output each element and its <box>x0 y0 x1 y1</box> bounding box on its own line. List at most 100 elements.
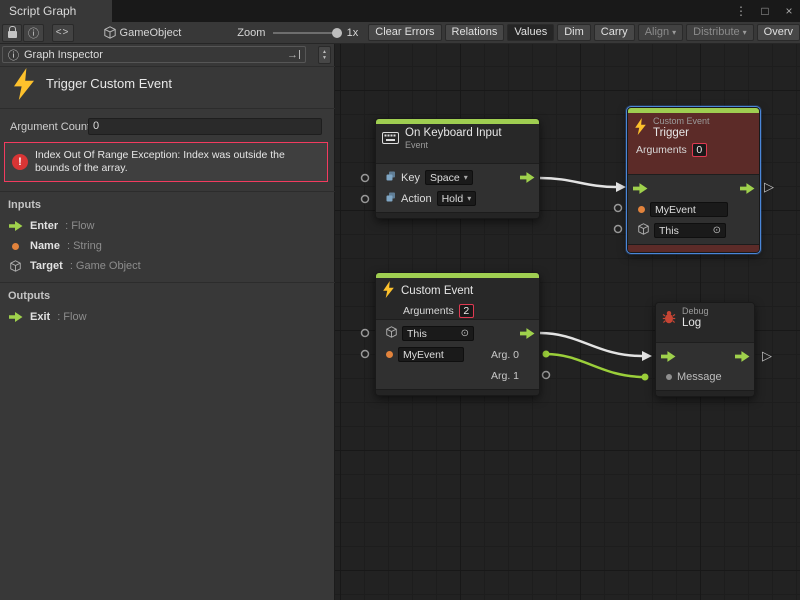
node-footer <box>656 390 754 396</box>
node-footer <box>376 212 539 218</box>
argument-count-label: Argument Count <box>10 121 90 133</box>
lock-icon <box>8 31 17 38</box>
panel-scroll-buttons[interactable]: ▲ ▼ <box>318 46 331 64</box>
zoom-slider[interactable] <box>273 32 341 34</box>
node-header[interactable]: Custom Event Arguments 2 <box>376 278 539 320</box>
outputs-header: Outputs <box>8 290 50 302</box>
align-button[interactable]: Align▾ <box>638 24 683 41</box>
node-header[interactable]: Custom Event Trigger Arguments 0 <box>628 113 759 175</box>
target-picker-icon[interactable]: ⊙ <box>713 225 721 236</box>
clear-errors-button[interactable]: Clear Errors <box>368 24 441 41</box>
port-trigger-target[interactable] <box>615 226 622 233</box>
port-action[interactable] <box>362 196 369 203</box>
divider <box>0 282 335 283</box>
maximize-icon[interactable]: □ <box>758 4 772 18</box>
event-name-field[interactable]: MyEvent <box>398 347 464 362</box>
flow-row <box>628 178 759 199</box>
graph-toolbar: ⓘ <> GameObject Zoom 1x Clear Errors Rel… <box>0 22 800 44</box>
wire-customevent-to-log <box>540 333 642 356</box>
node-title: Custom Event <box>401 285 473 298</box>
event-name-field[interactable]: MyEvent <box>650 202 728 217</box>
wire-arrowhead <box>616 182 626 192</box>
flow-arrow-icon <box>8 312 23 322</box>
flow-arrow-icon <box>8 221 23 231</box>
node-debug-log[interactable]: Debug Log Message <box>655 302 755 397</box>
graph-inspector-header[interactable]: ⓘ Graph Inspector → <box>2 46 306 63</box>
node-on-keyboard-input[interactable]: On Keyboard Input Event Key Space▾ Actio… <box>375 118 540 219</box>
node-title: Log <box>682 317 709 330</box>
tab-script-graph[interactable]: Script Graph <box>0 0 112 22</box>
inspector-toggle-button[interactable]: ⓘ <box>23 24 43 42</box>
graph-inspector-panel: ⓘ Graph Inspector → ▲ ▼ Trigger Custom E… <box>0 44 335 600</box>
keybinding-icon <box>386 192 396 205</box>
event-name-row: MyEvent Arg. 0 <box>376 344 539 365</box>
lock-button[interactable] <box>2 24 22 42</box>
overview-button[interactable]: Overv <box>757 24 800 41</box>
port-arg0-connected[interactable] <box>543 351 550 358</box>
play-marker-icon: ▷ <box>764 179 774 195</box>
node-custom-event[interactable]: Custom Event Arguments 2 This⊙ MyEvent A… <box>375 272 540 396</box>
distribute-button[interactable]: Distribute▾ <box>686 24 753 41</box>
node-subtitle: Event <box>405 140 502 151</box>
scroll-down-icon[interactable]: ▼ <box>322 55 327 61</box>
node-header[interactable]: Debug Log <box>656 303 754 343</box>
divider <box>0 66 335 67</box>
zoom-label: Zoom <box>237 27 265 39</box>
info-icon: ⓘ <box>28 25 39 41</box>
wire-arg0-to-message <box>546 354 645 377</box>
flow-in-arrow[interactable] <box>661 351 676 365</box>
event-name-row: MyEvent <box>628 199 759 220</box>
target-dropdown[interactable]: This⊙ <box>654 223 726 238</box>
chevron-down-icon: ▾ <box>464 173 468 182</box>
carry-button[interactable]: Carry <box>594 24 635 41</box>
port-event-name[interactable] <box>362 351 369 358</box>
target-dropdown[interactable]: This⊙ <box>402 326 474 341</box>
argument-count-field[interactable]: 0 <box>88 118 322 135</box>
graph-inspector-title: Graph Inspector <box>24 49 103 61</box>
port-message-connected[interactable] <box>642 374 649 381</box>
port-trigger-name[interactable] <box>615 205 622 212</box>
edit-script-button[interactable]: <> <box>52 24 74 42</box>
arg1-row: Arg. 1 <box>376 365 539 386</box>
chevron-down-icon: ▾ <box>672 25 676 40</box>
graph-canvas[interactable]: On Keyboard Input Event Key Space▾ Actio… <box>335 44 800 600</box>
node-title: Trigger <box>653 127 710 140</box>
wire-keyboard-to-trigger <box>540 178 616 187</box>
values-button[interactable]: Values <box>507 24 554 41</box>
divider <box>0 191 335 192</box>
port-arg1[interactable] <box>543 372 550 379</box>
flow-in-arrow[interactable] <box>633 183 648 197</box>
error-text: Index Out Of Range Exception: Index was … <box>35 149 320 175</box>
lightning-icon <box>12 68 36 103</box>
pin-row-exit: Exit : Flow <box>8 307 87 327</box>
flow-out-arrow[interactable] <box>520 172 535 186</box>
flow-out-arrow[interactable] <box>740 183 755 197</box>
port-event-target[interactable] <box>362 330 369 337</box>
pin-row-name: Name : String <box>8 236 102 256</box>
dim-button[interactable]: Dim <box>557 24 591 41</box>
key-label: Key <box>401 172 420 184</box>
target-row: This⊙ <box>628 220 759 241</box>
inputs-header: Inputs <box>8 199 41 211</box>
arg0-label: Arg. 0 <box>491 349 519 361</box>
window-menu-icon[interactable]: ⋮ <box>734 4 748 18</box>
arguments-count-field[interactable]: 0 <box>692 143 707 157</box>
action-dropdown[interactable]: Hold▾ <box>437 191 477 206</box>
key-dropdown[interactable]: Space▾ <box>425 170 473 185</box>
code-icon: <> <box>56 27 70 38</box>
error-message-box: ! Index Out Of Range Exception: Index wa… <box>4 142 328 182</box>
zoom-slider-knob[interactable] <box>332 28 342 38</box>
flow-out-arrow[interactable] <box>735 351 750 365</box>
target-picker-icon[interactable]: ⊙ <box>461 328 469 339</box>
relations-button[interactable]: Relations <box>445 24 505 41</box>
node-header[interactable]: On Keyboard Input Event <box>376 124 539 164</box>
flow-out-arrow[interactable] <box>520 328 535 342</box>
wire-arrowhead <box>642 351 652 361</box>
close-icon[interactable]: × <box>782 4 796 18</box>
node-trigger-custom-event[interactable]: Custom Event Trigger Arguments 0 MyEvent <box>627 107 760 253</box>
pin-row-target: Target : Game Object <box>8 256 141 276</box>
action-label: Action <box>401 193 432 205</box>
port-key[interactable] <box>362 175 369 182</box>
arguments-count-field[interactable]: 2 <box>459 304 474 318</box>
dock-icon[interactable]: → <box>287 49 300 61</box>
